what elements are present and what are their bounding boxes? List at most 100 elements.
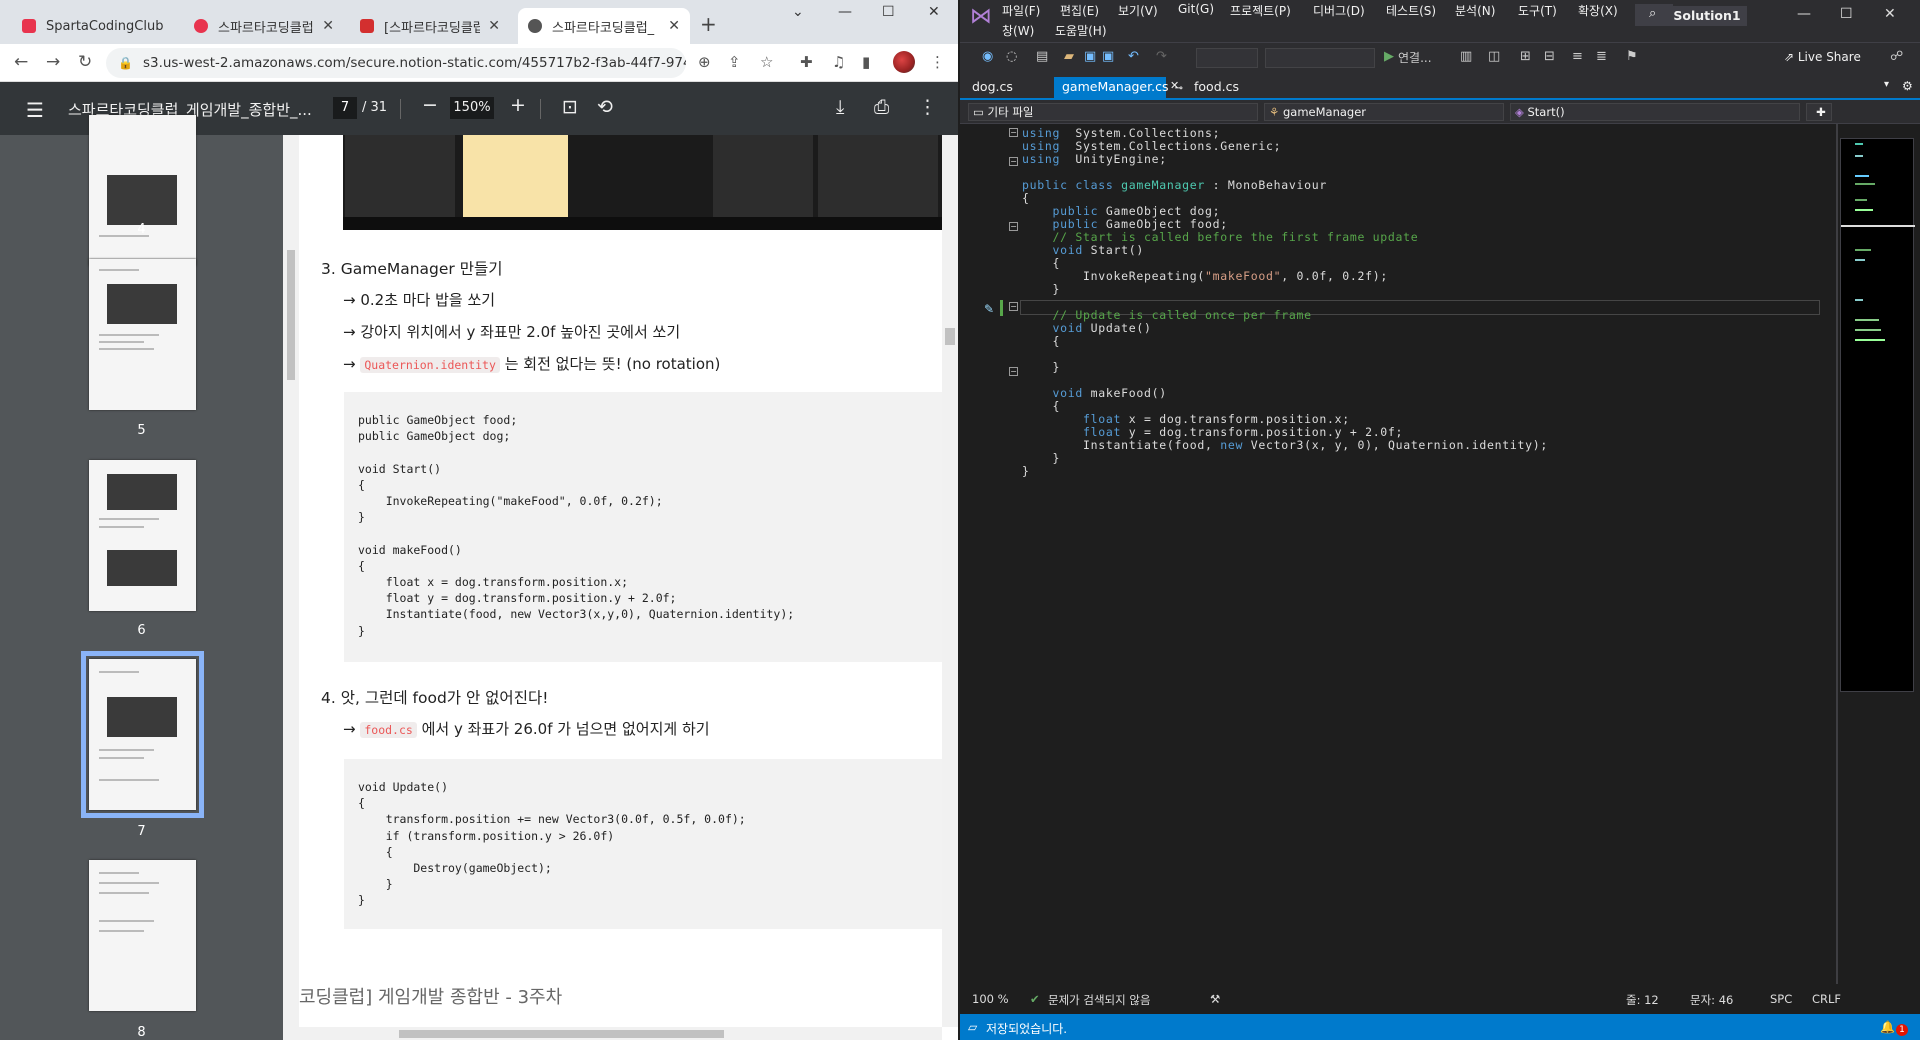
code-line[interactable] [1022, 347, 1053, 361]
run-icon[interactable]: ▶ [1384, 49, 1394, 64]
thumbnail-page-5[interactable] [89, 259, 196, 410]
code-line[interactable]: void Start() [1022, 243, 1144, 257]
code-line[interactable]: // Update is called once per frame [1022, 308, 1312, 322]
new-project-icon[interactable]: ▤ [1036, 49, 1048, 64]
menu-project[interactable]: 프로젝트(P) [1230, 2, 1291, 19]
toolbar-icon[interactable]: ◫ [1488, 49, 1500, 64]
code-editor[interactable]: ✎ − − − − − using System.Collections; usi… [960, 124, 1836, 984]
code-line[interactable]: using System.Collections; [1022, 126, 1220, 140]
code-line[interactable]: // Start is called before the first fram… [1022, 230, 1418, 244]
media-icon[interactable]: ♫ [832, 53, 845, 71]
code-line[interactable]: using UnityEngine; [1022, 152, 1167, 166]
issues-indicator[interactable]: 문제가 검색되지 않음 [1048, 992, 1151, 1008]
open-folder-icon[interactable]: ▰ [1064, 49, 1074, 64]
live-share-button[interactable]: ⇗ Live Share [1784, 50, 1861, 64]
feedback-icon[interactable]: ☍ [1890, 49, 1903, 64]
indent-icon[interactable]: ≡ [1572, 49, 1583, 64]
zoom-out-icon[interactable]: − [422, 94, 438, 116]
fold-toggle-icon[interactable]: − [1009, 128, 1018, 137]
code-line[interactable]: { [1022, 399, 1060, 413]
code-minimap[interactable] [1840, 138, 1915, 692]
code-line[interactable]: { [1022, 334, 1060, 348]
fold-toggle-icon[interactable]: − [1009, 222, 1018, 231]
rotate-icon[interactable]: ⟲ [597, 96, 613, 118]
code-line[interactable]: public GameObject food; [1022, 217, 1228, 231]
zoom-icon[interactable]: ⊕ [698, 53, 711, 71]
browser-menu-icon[interactable]: ⋮ [930, 53, 945, 71]
doc-tab-gamemanager-cs[interactable]: gameManager.cs ⊸ [1054, 77, 1183, 98]
menu-debug[interactable]: 디버그(D) [1313, 2, 1365, 19]
fold-toggle-icon[interactable]: − [1009, 367, 1018, 376]
redo-icon[interactable]: ↷ [1156, 49, 1167, 64]
code-line[interactable]: using System.Collections.Generic; [1022, 139, 1281, 153]
menu-git[interactable]: Git(G) [1178, 2, 1214, 16]
menu-analyze[interactable]: 분석(N) [1455, 2, 1495, 19]
bookmark-star-icon[interactable]: ☆ [760, 53, 773, 71]
zoom-in-icon[interactable]: + [510, 94, 526, 116]
thumbnail-page-6[interactable] [89, 460, 196, 611]
navigate-forward-icon[interactable]: ◌ [1006, 49, 1017, 64]
zoom-level[interactable]: 100 % [972, 992, 1009, 1006]
thumbnail-page-7-selected[interactable] [81, 651, 204, 818]
fold-toggle-icon[interactable]: − [1009, 302, 1018, 311]
fold-toggle-icon[interactable]: − [1009, 157, 1018, 166]
menu-view[interactable]: 보기(V) [1118, 2, 1158, 19]
notification-bell-icon[interactable]: 🔔 [1880, 1020, 1895, 1034]
url-bar[interactable]: 🔒 s3.us-west-2.amazonaws.com/secure.noti… [106, 48, 686, 78]
side-panel-icon[interactable]: ▮ [862, 53, 870, 71]
download-icon[interactable]: ⤓ [836, 96, 844, 118]
brush-icon[interactable]: ⚒ [1210, 992, 1220, 1006]
hamburger-menu-icon[interactable]: ☰ [26, 98, 44, 122]
outdent-icon[interactable]: ≣ [1596, 49, 1607, 64]
code-line[interactable]: Instantiate(food, new Vector3(x, y, 0), … [1022, 438, 1548, 452]
menu-help[interactable]: 도움말(H) [1055, 22, 1107, 39]
horizontal-scrollbar[interactable] [299, 1027, 942, 1040]
code-line[interactable]: void makeFood() [1022, 386, 1167, 400]
close-tab-icon[interactable]: ✕ [322, 18, 334, 34]
minimize-icon[interactable]: — [838, 4, 852, 20]
reload-icon[interactable]: ↻ [78, 52, 92, 72]
code-line[interactable]: { [1022, 256, 1060, 270]
forward-icon[interactable]: → [46, 52, 60, 72]
menu-tools[interactable]: 도구(T) [1518, 2, 1557, 19]
code-line[interactable]: float y = dog.transform.position.y + 2.0… [1022, 425, 1403, 439]
close-tab-icon[interactable]: ✕ [668, 18, 680, 34]
save-icon[interactable]: ▣ [1084, 49, 1096, 64]
thumbnail-page-8[interactable] [89, 860, 196, 1011]
browser-tab-3[interactable]: [스파르타코딩클럽] ✕ [350, 8, 510, 44]
fit-page-icon[interactable]: ⊡ [562, 96, 578, 118]
platform-dropdown[interactable] [1265, 48, 1375, 68]
close-tab-icon[interactable]: ✕ [1162, 77, 1187, 98]
toolbar-icon[interactable]: ⊞ [1520, 49, 1531, 64]
run-button[interactable]: 연결... [1398, 49, 1432, 66]
maximize-icon[interactable]: ☐ [1840, 6, 1853, 22]
share-icon[interactable]: ⇪ [728, 53, 741, 71]
browser-tab-1[interactable]: SpartaCodingClub [12, 8, 182, 44]
member-dropdown[interactable]: ◈ Start() [1510, 103, 1800, 121]
project-dropdown[interactable]: ▭ 기타 파일 [968, 103, 1258, 121]
split-icon[interactable]: ✚ [1806, 103, 1832, 121]
toolbar-icon[interactable]: ▥ [1460, 49, 1472, 64]
line-ending[interactable]: CRLF [1812, 992, 1841, 1006]
menu-window[interactable]: 창(W) [1002, 22, 1034, 39]
browser-tab-2[interactable]: 스파르타코딩클럽 ✕ [184, 8, 344, 44]
config-dropdown[interactable] [1196, 48, 1258, 68]
editor-scrollbar[interactable] [1836, 124, 1838, 984]
print-icon[interactable]: ⎙ [874, 96, 889, 118]
code-line[interactable]: } [1022, 464, 1030, 478]
menu-file[interactable]: 파일(F) [1002, 2, 1040, 19]
thumbnail-page-4[interactable] [89, 115, 196, 266]
code-line[interactable]: InvokeRepeating("makeFood", 0.0f, 0.2f); [1022, 269, 1388, 283]
save-all-icon[interactable]: ▣ [1102, 49, 1114, 64]
new-tab-icon[interactable]: + [700, 12, 717, 36]
browser-tab-4-active[interactable]: 스파르타코딩클럽_ ✕ [518, 8, 690, 44]
close-window-icon[interactable]: ✕ [928, 4, 940, 20]
close-window-icon[interactable]: ✕ [1884, 6, 1896, 22]
code-line[interactable]: public class gameManager : MonoBehaviour [1022, 178, 1327, 192]
document-scrollbar[interactable] [942, 135, 958, 1027]
menu-edit[interactable]: 편집(E) [1060, 2, 1099, 19]
back-icon[interactable]: ← [14, 52, 28, 72]
extensions-icon[interactable]: ✚ [800, 53, 813, 71]
maximize-icon[interactable]: ☐ [882, 4, 895, 20]
whitespace-mode[interactable]: SPC [1770, 992, 1792, 1006]
